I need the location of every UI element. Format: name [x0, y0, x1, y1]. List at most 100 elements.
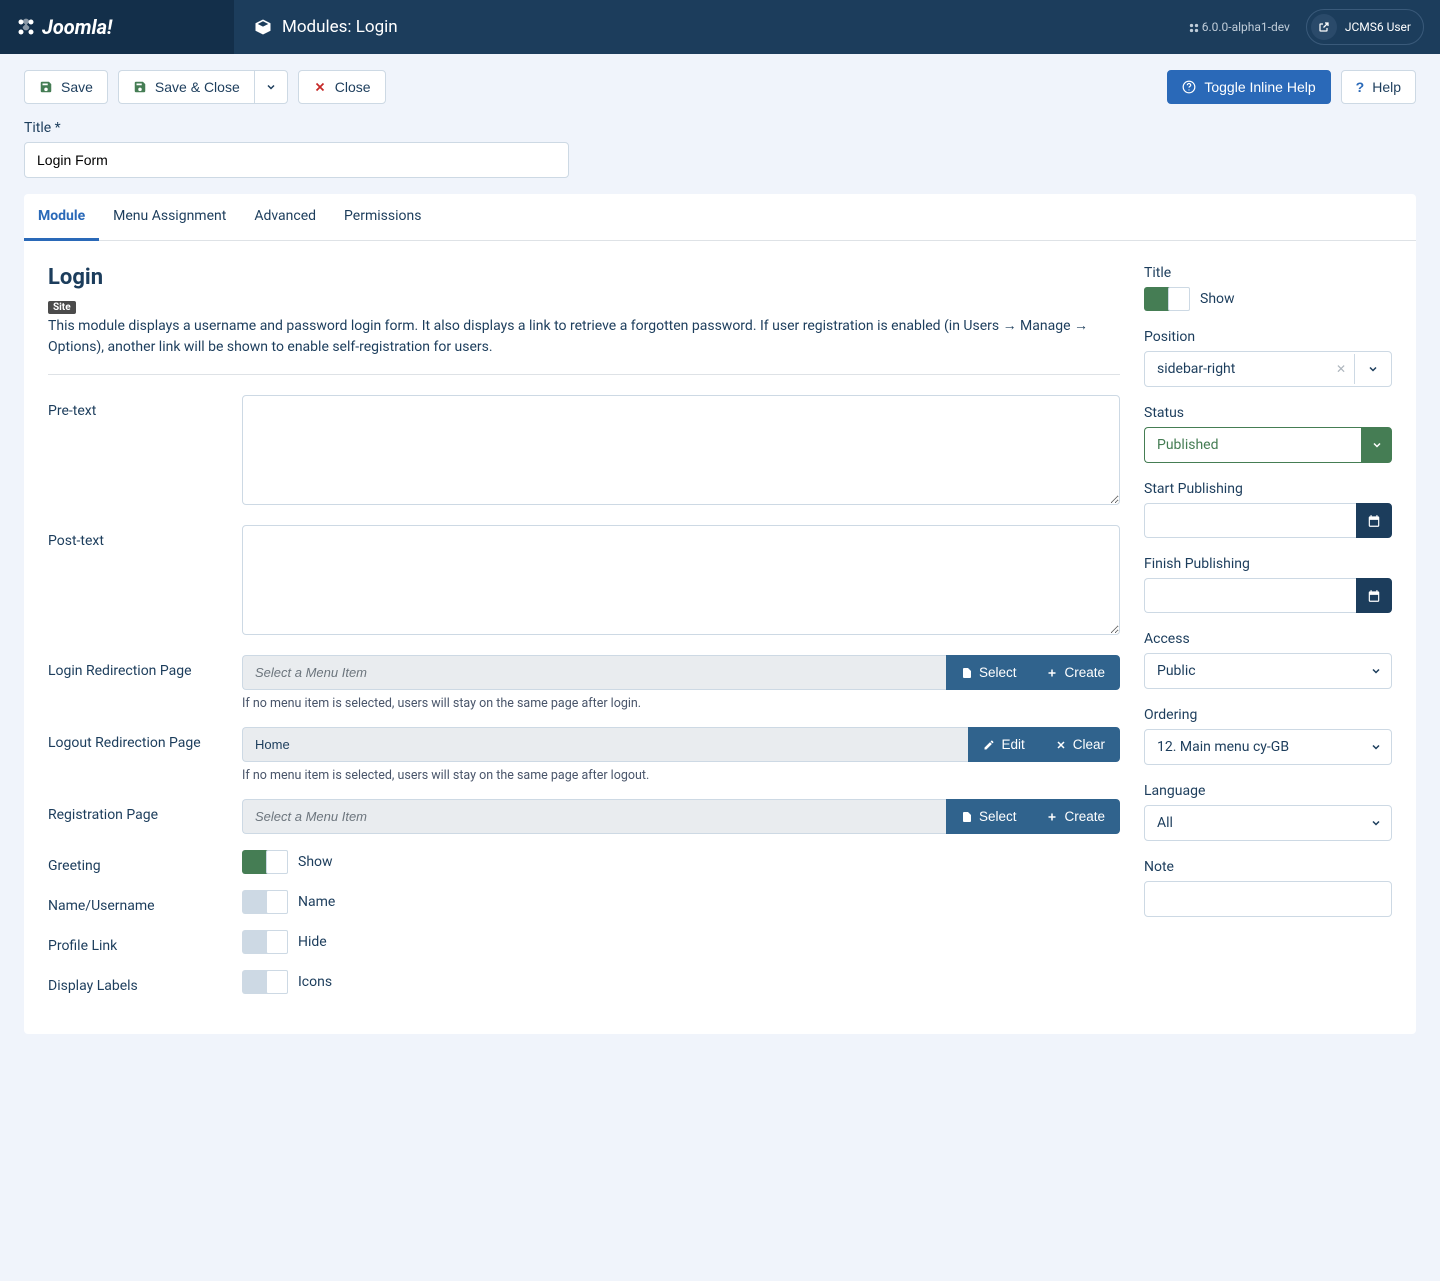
user-menu[interactable]: JCMS6 User: [1306, 9, 1424, 45]
user-name: JCMS6 User: [1345, 20, 1411, 34]
pretext-label: Pre-text: [48, 395, 242, 509]
start-publishing-input[interactable]: [1144, 503, 1356, 538]
login-redirect-create-button[interactable]: Create: [1031, 655, 1120, 690]
greeting-label: Greeting: [48, 850, 242, 874]
position-select[interactable]: sidebar-right ✕: [1144, 351, 1392, 387]
start-publishing-label: Start Publishing: [1144, 481, 1392, 497]
profile-link-label: Profile Link: [48, 930, 242, 954]
joomla-mark-icon: [16, 17, 36, 37]
module-icon: [254, 18, 272, 36]
close-icon: [313, 80, 327, 94]
sidebar-form: Title Show Position sidebar-right ✕ Stat…: [1144, 265, 1392, 1010]
tabs: Module Menu Assignment Advanced Permissi…: [24, 194, 1416, 241]
app-header: Joomla! Modules: Login 6.0.0-alpha1-dev …: [0, 0, 1440, 54]
save-icon: [39, 80, 53, 94]
chevron-down-icon: [1354, 354, 1391, 384]
title-field-area: Title *: [0, 120, 1440, 194]
page-title: Modules: Login: [282, 17, 398, 37]
note-label: Note: [1144, 859, 1392, 875]
greeting-toggle[interactable]: [242, 850, 288, 874]
finish-publishing-input[interactable]: [1144, 578, 1356, 613]
note-input[interactable]: [1144, 881, 1392, 917]
profile-link-value: Hide: [298, 934, 327, 950]
ordering-select[interactable]: 12. Main menu cy-GB: [1144, 729, 1392, 765]
close-button[interactable]: Close: [298, 70, 386, 104]
save-icon: [133, 80, 147, 94]
finish-publishing-calendar-button[interactable]: [1356, 578, 1392, 613]
module-heading: Login: [48, 265, 1120, 290]
module-form: Login Site This module displays a userna…: [48, 265, 1120, 1010]
position-value: sidebar-right: [1145, 352, 1328, 386]
greeting-value: Show: [298, 854, 333, 870]
login-redirect-input[interactable]: [242, 655, 946, 690]
nameuser-toggle[interactable]: [242, 890, 288, 914]
status-select[interactable]: Published: [1144, 427, 1392, 463]
status-label: Status: [1144, 405, 1392, 421]
nameuser-value: Name: [298, 894, 335, 910]
position-label: Position: [1144, 329, 1392, 345]
edit-icon: [983, 739, 995, 751]
brand-area[interactable]: Joomla!: [0, 0, 234, 54]
pretext-textarea[interactable]: [242, 395, 1120, 505]
tab-permissions[interactable]: Permissions: [330, 194, 435, 240]
side-title-toggle[interactable]: [1144, 287, 1190, 311]
toggle-inline-help-button[interactable]: Toggle Inline Help: [1167, 70, 1330, 104]
logout-redirect-picker: Edit Clear: [242, 727, 1120, 762]
access-label: Access: [1144, 631, 1392, 647]
language-label: Language: [1144, 783, 1392, 799]
registration-page-picker: Select Create: [242, 799, 1120, 834]
chevron-down-icon: [1361, 427, 1392, 463]
nameuser-label: Name/Username: [48, 890, 242, 914]
header-title-area: Modules: Login: [234, 0, 1173, 54]
login-redirect-help: If no menu item is selected, users will …: [242, 696, 1120, 711]
language-select[interactable]: All: [1144, 805, 1392, 841]
title-input[interactable]: [24, 142, 569, 178]
file-icon: [961, 811, 973, 823]
registration-page-label: Registration Page: [48, 799, 242, 834]
external-link-icon: [1311, 14, 1337, 40]
question-circle-icon: [1182, 80, 1196, 94]
side-title-label: Title: [1144, 265, 1392, 281]
logout-redirect-input[interactable]: [242, 727, 968, 762]
tab-module[interactable]: Module: [24, 194, 99, 241]
main-panel: Module Menu Assignment Advanced Permissi…: [24, 194, 1416, 1034]
logout-redirect-help: If no menu item is selected, users will …: [242, 768, 1120, 783]
login-redirect-label: Login Redirection Page: [48, 655, 242, 711]
side-title-value: Show: [1200, 291, 1235, 307]
tab-menu-assignment[interactable]: Menu Assignment: [99, 194, 240, 240]
profile-link-toggle[interactable]: [242, 930, 288, 954]
save-close-button[interactable]: Save & Close: [118, 70, 254, 104]
posttext-textarea[interactable]: [242, 525, 1120, 635]
posttext-label: Post-text: [48, 525, 242, 639]
x-icon: [1055, 739, 1067, 751]
version-text: 6.0.0-alpha1-dev: [1189, 20, 1290, 34]
client-badge: Site: [48, 301, 76, 314]
calendar-icon: [1367, 589, 1381, 603]
logout-redirect-edit-button[interactable]: Edit: [968, 727, 1039, 762]
toolbar: Save Save & Close Close Toggle Inline He…: [0, 54, 1440, 120]
login-redirect-picker: Select Create: [242, 655, 1120, 690]
file-icon: [961, 667, 973, 679]
save-dropdown-button[interactable]: [254, 70, 288, 104]
position-clear-icon[interactable]: ✕: [1328, 362, 1354, 376]
header-right: 6.0.0-alpha1-dev JCMS6 User: [1173, 0, 1440, 54]
registration-page-select-button[interactable]: Select: [946, 799, 1032, 834]
brand-text: Joomla!: [42, 15, 112, 39]
start-publishing-calendar-button[interactable]: [1356, 503, 1392, 538]
plus-icon: [1046, 811, 1058, 823]
logout-redirect-clear-button[interactable]: Clear: [1040, 727, 1120, 762]
registration-page-create-button[interactable]: Create: [1031, 799, 1120, 834]
logout-redirect-label: Logout Redirection Page: [48, 727, 242, 783]
access-select[interactable]: Public: [1144, 653, 1392, 689]
save-button[interactable]: Save: [24, 70, 108, 104]
tab-advanced[interactable]: Advanced: [240, 194, 330, 240]
help-button[interactable]: ? Help: [1341, 70, 1416, 104]
module-description: This module displays a username and pass…: [48, 316, 1120, 375]
login-redirect-select-button[interactable]: Select: [946, 655, 1032, 690]
display-labels-toggle[interactable]: [242, 970, 288, 994]
registration-page-input[interactable]: [242, 799, 946, 834]
joomla-logo: Joomla!: [16, 15, 112, 39]
title-label: Title *: [24, 120, 1416, 136]
display-labels-value: Icons: [298, 974, 332, 990]
ordering-label: Ordering: [1144, 707, 1392, 723]
